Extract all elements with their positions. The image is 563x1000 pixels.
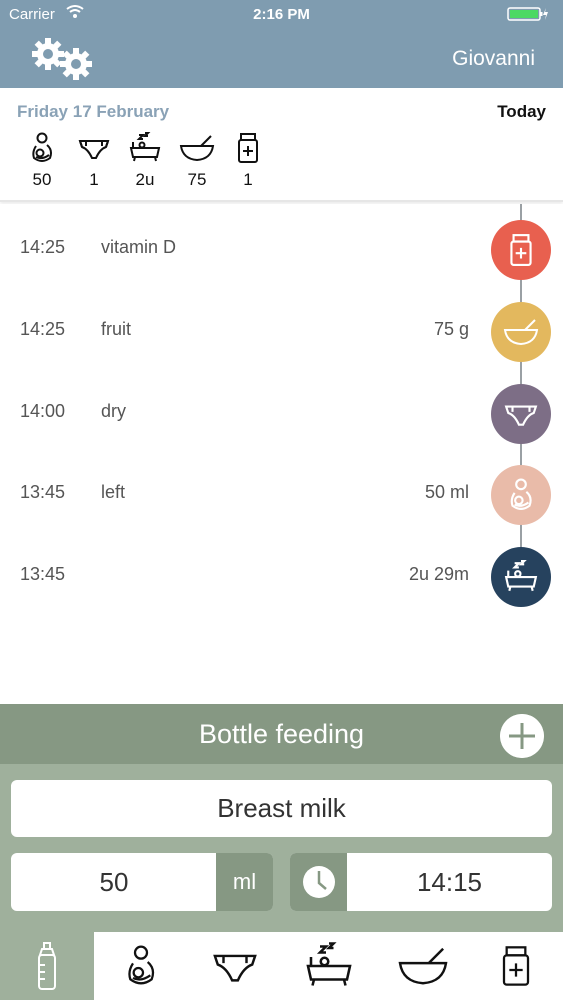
tab-bar: [0, 932, 563, 1000]
stat-sleep: 2u: [122, 132, 168, 190]
breastfeeding-icon: [32, 132, 52, 162]
event-row[interactable]: 13:45 left 50 ml: [0, 456, 563, 525]
event-row[interactable]: 14:00 dry: [0, 375, 563, 444]
stat-value: 50: [32, 170, 52, 189]
event-time: 14:00: [20, 401, 66, 421]
stat-value: 1: [243, 170, 253, 189]
stat-value: 1: [89, 170, 99, 189]
quantity-field[interactable]: 50 ml: [11, 853, 273, 911]
event-name: fruit: [101, 319, 132, 339]
breastfeeding-event-badge[interactable]: [491, 465, 551, 525]
event-amount: 50 ml: [424, 482, 469, 502]
diaper-icon: [213, 954, 257, 982]
sleep-icon: [129, 132, 161, 162]
breastfeeding-icon: [510, 478, 532, 510]
diaper-icon: [78, 140, 110, 159]
event-time: 13:45: [20, 564, 66, 584]
entry-title: Bottle feeding: [198, 719, 365, 749]
event-timeline: 14:25 vitamin D 14:25 fruit 75 g 14:00 d…: [0, 204, 563, 704]
add-icon[interactable]: [500, 714, 544, 758]
event-amount: 75 g: [433, 319, 469, 339]
event-row[interactable]: 14:25 vitamin D: [0, 211, 563, 280]
event-time: 14:25: [20, 237, 66, 257]
food-bowl-icon: [503, 319, 539, 346]
sleep-icon: [504, 560, 538, 592]
entry-header: Bottle feeding: [0, 704, 563, 764]
medicine-icon: [510, 234, 532, 266]
tab-food[interactable]: [376, 932, 470, 1000]
gears-icon[interactable]: [26, 36, 98, 82]
summary-date[interactable]: Friday 17 February: [17, 102, 169, 122]
time-field[interactable]: 14:15: [290, 853, 552, 911]
milk-type-selector[interactable]: Breast milk: [11, 780, 552, 837]
medicine-event-badge[interactable]: [491, 220, 551, 280]
food-bowl-icon: [179, 135, 215, 162]
tab-breastfeeding[interactable]: [94, 932, 188, 1000]
today-button[interactable]: Today: [497, 102, 546, 122]
status-bar: Carrier 2:16 PM: [0, 0, 563, 30]
clock-icon: [290, 853, 347, 911]
sleep-event-badge[interactable]: [491, 547, 551, 607]
event-time: 13:45: [20, 482, 66, 502]
event-name: left: [101, 482, 126, 502]
nav-bar: Giovanni: [0, 30, 563, 88]
quantity-unit: ml: [216, 853, 273, 911]
food-event-badge[interactable]: [491, 302, 551, 362]
user-name[interactable]: Giovanni: [452, 47, 535, 71]
bottle-icon: [38, 942, 56, 990]
day-summary: Friday 17 February Today 50 1 2u 75 1: [0, 88, 563, 202]
food-bowl-icon: [398, 947, 448, 985]
event-name: dry: [101, 401, 127, 421]
stat-value: 75: [187, 170, 207, 189]
battery-icon: [507, 7, 548, 21]
diaper-icon: [504, 405, 538, 426]
medicine-icon: [238, 133, 258, 163]
tab-bottle[interactable]: [0, 932, 94, 1000]
event-amount: 2u 29m: [408, 564, 469, 584]
stat-value: 2u: [135, 170, 155, 189]
medicine-icon: [502, 946, 530, 986]
stat-diaper: 1: [71, 132, 117, 190]
tab-sleep[interactable]: [282, 932, 376, 1000]
event-time: 14:25: [20, 319, 66, 339]
time-value[interactable]: 14:15: [347, 853, 552, 911]
sleep-icon: [306, 942, 352, 986]
stat-food: 75: [174, 132, 220, 190]
stat-medicine: 1: [225, 132, 271, 190]
quantity-value[interactable]: 50: [11, 853, 217, 911]
stat-breastfeeding: 50: [19, 132, 65, 190]
clock-label: 2:16 PM: [253, 6, 310, 23]
event-row[interactable]: 13:45 2u 29m: [0, 538, 563, 607]
breastfeeding-icon: [128, 945, 155, 985]
event-name: vitamin D: [101, 237, 177, 257]
tab-medicine[interactable]: [469, 932, 563, 1000]
event-row[interactable]: 14:25 fruit 75 g: [0, 293, 563, 362]
entry-panel: Bottle feeding Breast milk 50 ml 14:15: [0, 704, 563, 932]
diaper-event-badge[interactable]: [491, 384, 551, 444]
tab-diaper[interactable]: [188, 932, 282, 1000]
